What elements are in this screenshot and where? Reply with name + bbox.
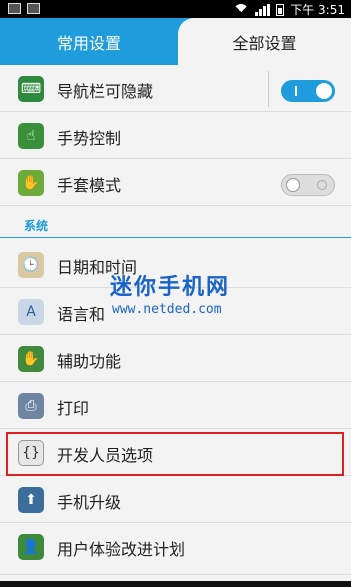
list-item-label: 手势控制	[57, 129, 122, 148]
list-item-label: 打印	[57, 399, 90, 418]
status-right: 下午 3:51	[233, 1, 345, 18]
app-notification-icon	[27, 3, 40, 14]
tab-common-settings[interactable]: 常用设置	[0, 18, 178, 65]
list-item-label: 导航栏可隐藏	[57, 82, 154, 101]
list-item-label: 手套模式	[57, 176, 122, 195]
divider	[268, 71, 269, 107]
list-item-label: 手机升级	[57, 493, 122, 512]
list-item-label: 用户体验改进计划	[57, 540, 186, 559]
tab-all-settings[interactable]: 全部设置	[178, 18, 351, 65]
clock-icon: 🕒	[18, 252, 44, 278]
wifi-icon	[233, 3, 250, 16]
watermark-title: 迷你手机网	[110, 275, 231, 300]
highlight-box	[6, 432, 344, 476]
status-bar: 下午 3:51	[0, 0, 351, 18]
image-notification-icon	[8, 3, 21, 14]
list-item-label: 语言和	[57, 305, 106, 324]
list-item-glove-mode[interactable]: ✋ 手套模式	[0, 159, 351, 206]
list-item-gesture-control[interactable]: ☝ 手势控制	[0, 112, 351, 159]
list-item-accessibility[interactable]: ✋ 辅助功能	[0, 335, 351, 382]
list-item-user-experience[interactable]: 👤 用户体验改进计划	[0, 523, 351, 575]
section-header-system: 系统	[0, 212, 351, 238]
signal-icon	[255, 3, 271, 16]
language-icon: A	[18, 299, 44, 325]
watermark-url: www.netded.com	[112, 302, 222, 317]
settings-tabs: 常用设置 全部设置	[0, 18, 351, 65]
gesture-icon: ☝	[18, 123, 44, 149]
status-time: 下午 3:51	[290, 3, 345, 17]
bottom-bar	[0, 581, 351, 587]
status-left-icons	[8, 3, 40, 14]
battery-icon	[276, 3, 285, 16]
hand-icon: ✋	[18, 346, 44, 372]
glove-mode-toggle[interactable]	[281, 174, 335, 196]
list-item-label: 辅助功能	[57, 352, 122, 371]
glove-icon: ✋	[18, 170, 44, 196]
section-title: 系统	[24, 219, 49, 233]
keyboard-icon: ⌨	[18, 76, 44, 102]
list-item-phone-update[interactable]: ⬆ 手机升级	[0, 476, 351, 523]
user-experience-icon: 👤	[18, 534, 44, 560]
list-item-print[interactable]: ⎙ 打印	[0, 382, 351, 429]
printer-icon: ⎙	[18, 393, 44, 419]
nav-bar-hide-toggle[interactable]	[281, 80, 335, 102]
phone-update-icon: ⬆	[18, 487, 44, 513]
list-item-nav-bar-hide[interactable]: ⌨ 导航栏可隐藏	[0, 65, 351, 112]
